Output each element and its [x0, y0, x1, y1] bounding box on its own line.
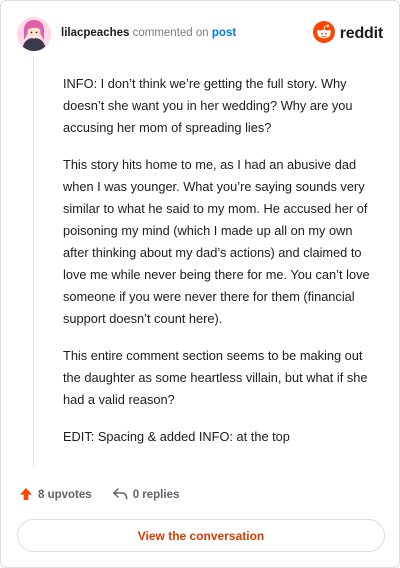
- upvote-button[interactable]: 8 upvotes: [19, 487, 92, 504]
- comment-paragraph: This entire comment section seems to be …: [63, 348, 368, 407]
- reply-arrow-icon: [112, 487, 128, 504]
- upvote-count: 8 upvotes: [38, 489, 92, 501]
- comment-paragraph: This story hits home to me, as I had an …: [63, 157, 370, 326]
- view-conversation-button[interactable]: View the conversation: [17, 519, 385, 552]
- reply-count: 0 replies: [132, 489, 180, 501]
- comment-body: INFO: I don’t think we’re getting the fu…: [63, 73, 381, 463]
- arrow-up-icon: [19, 487, 33, 504]
- reddit-brand[interactable]: reddit: [312, 20, 383, 48]
- comment-actions: 8 upvotes 0 replies: [19, 487, 179, 503]
- comment-attribution: lilacpeaches commented on post: [61, 27, 236, 39]
- reddit-wordmark: reddit: [339, 25, 383, 42]
- reply-button[interactable]: 0 replies: [112, 487, 180, 504]
- commented-on-text: commented on: [132, 27, 209, 39]
- comment-paragraph: EDIT: Spacing & added INFO: at the top: [63, 429, 290, 444]
- comment-header: lilacpeaches commented on post reddit: [17, 17, 383, 51]
- post-link[interactable]: post: [212, 27, 236, 39]
- thread-line: [33, 57, 34, 467]
- reddit-logo-icon: [312, 20, 335, 48]
- user-avatar-icon[interactable]: [17, 17, 51, 51]
- comment-embed-card: lilacpeaches commented on post reddit IN…: [0, 0, 400, 568]
- username-link[interactable]: lilacpeaches: [61, 27, 129, 39]
- comment-paragraph: INFO: I don’t think we’re getting the fu…: [63, 76, 353, 135]
